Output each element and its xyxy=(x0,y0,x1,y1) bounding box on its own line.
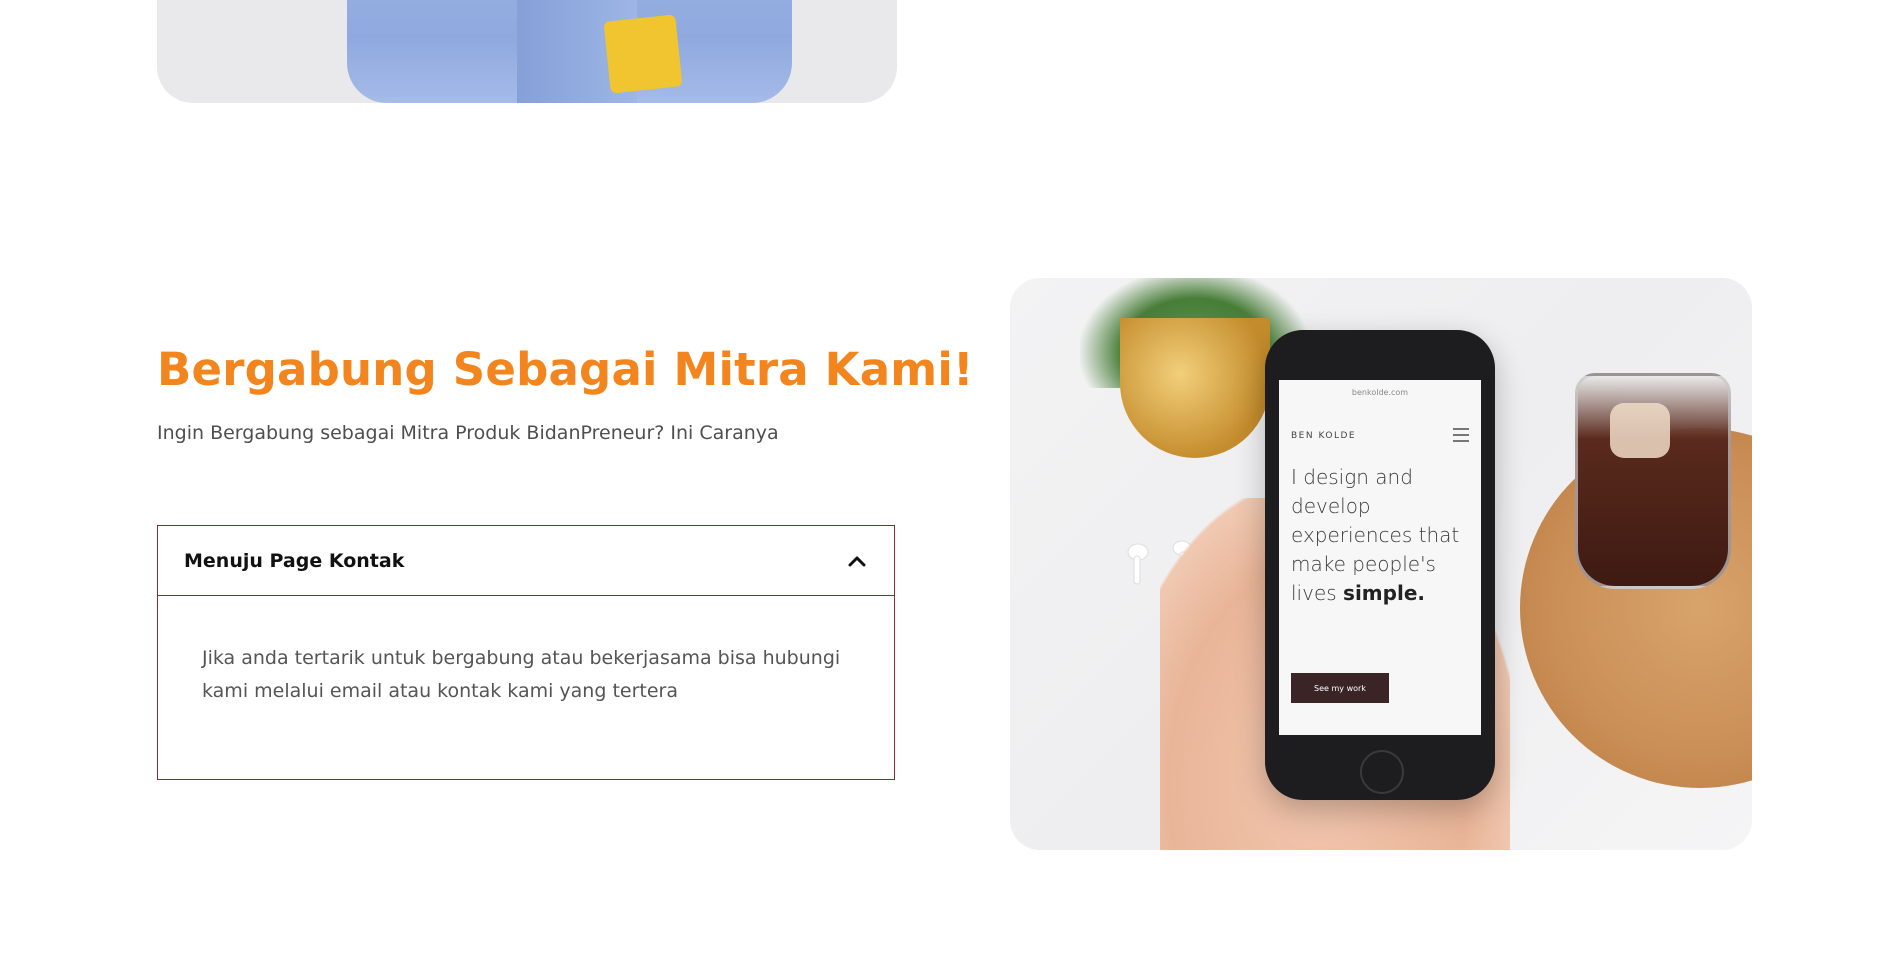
phone-graphic: benkolde.com BEN KOLDE I design and deve… xyxy=(1265,330,1495,800)
phone-headline-bold: simple. xyxy=(1343,581,1425,605)
phone-url: benkolde.com xyxy=(1351,388,1409,397)
phone-screen: benkolde.com BEN KOLDE I design and deve… xyxy=(1279,380,1481,735)
ice-graphic xyxy=(1610,403,1670,458)
sticky-note-graphic xyxy=(603,14,683,94)
section-title: Bergabung Sebagai Mitra Kami! xyxy=(157,343,974,396)
chevron-up-icon[interactable] xyxy=(846,550,868,572)
accordion-body: Jika anda tertarik untuk bergabung atau … xyxy=(202,647,841,702)
top-image-card xyxy=(157,0,897,103)
phone-photo: benkolde.com BEN KOLDE I design and deve… xyxy=(1010,278,1752,850)
accordion-header[interactable]: Menuju Page Kontak xyxy=(158,526,894,596)
accordion: Menuju Page Kontak Jika anda tertarik un… xyxy=(157,525,895,780)
plant-pot-graphic xyxy=(1120,318,1270,458)
phone-headline: I design and develop experiences that ma… xyxy=(1291,463,1469,608)
home-button-graphic xyxy=(1360,750,1404,794)
phone-button: See my work xyxy=(1291,673,1389,703)
section-subtitle: Ingin Bergabung sebagai Mitra Produk Bid… xyxy=(157,422,779,444)
accordion-title: Menuju Page Kontak xyxy=(184,549,405,572)
menu-icon xyxy=(1453,428,1469,442)
